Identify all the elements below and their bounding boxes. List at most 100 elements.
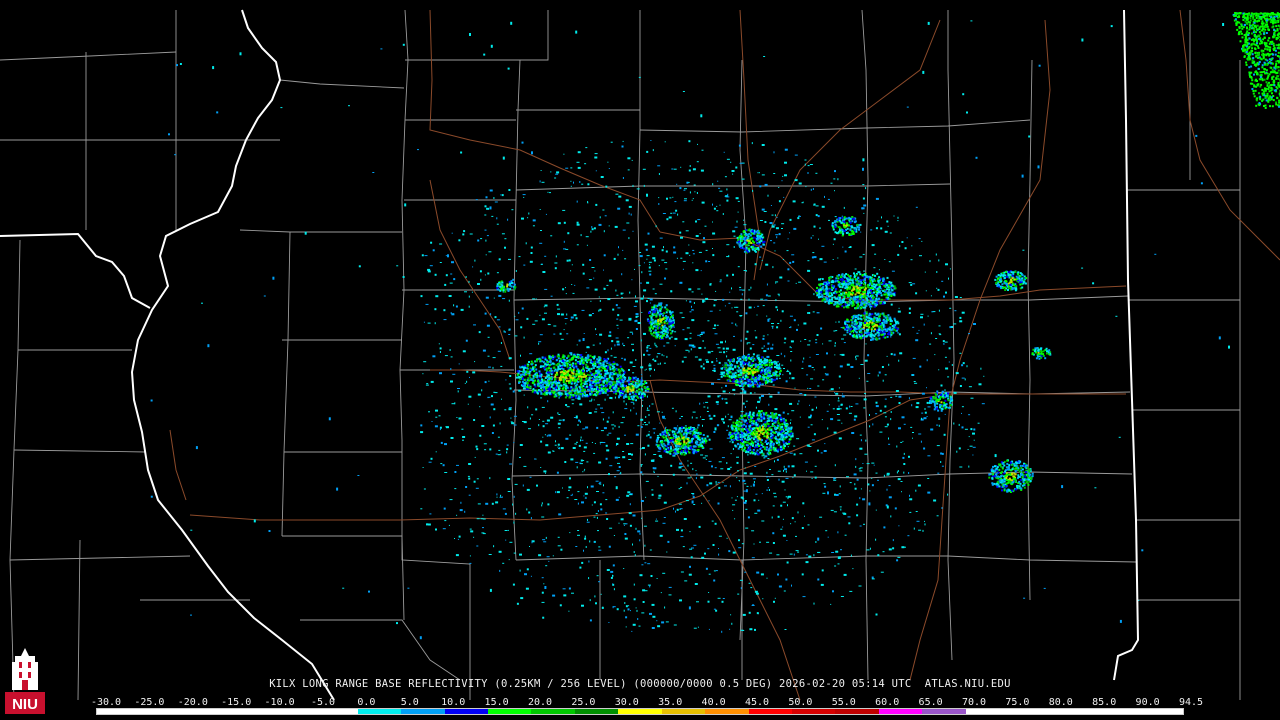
echo-pixel <box>758 363 761 366</box>
echo-pixel <box>718 187 721 189</box>
echo-pixel <box>475 487 479 489</box>
echo-pixel <box>469 233 473 235</box>
echo-pixel <box>524 373 527 376</box>
echo-pixel <box>815 541 817 543</box>
echo-pixel <box>601 412 605 414</box>
echo-pixel <box>767 342 770 345</box>
echo-pixel <box>841 395 845 398</box>
echo-pixel <box>578 419 581 422</box>
echo-pixel <box>926 401 929 404</box>
echo-pixel <box>843 342 846 344</box>
echo-pixel <box>444 472 448 473</box>
echo-pixel <box>762 337 765 340</box>
echo-pixel <box>695 235 699 237</box>
echo-pixel <box>805 554 808 556</box>
echo-pixel <box>599 481 602 483</box>
echo-pixel <box>801 573 804 576</box>
echo-pixel <box>780 504 783 507</box>
echo-pixel <box>613 366 616 369</box>
echo-pixel <box>646 255 650 257</box>
echo-pixel <box>509 375 512 377</box>
echo-pixel <box>538 341 542 343</box>
echo-pixel <box>655 518 657 520</box>
echo-pixel <box>692 198 694 200</box>
echo-pixel <box>512 583 515 586</box>
echo-pixel <box>525 242 527 245</box>
echo-pixel <box>689 165 691 167</box>
echo-pixel <box>773 374 776 377</box>
echo-pixel <box>627 491 631 494</box>
echo-pixel <box>871 576 874 579</box>
echo-pixel <box>930 332 932 335</box>
echo-pixel <box>465 339 468 342</box>
echo-pixel <box>763 345 765 348</box>
echo-pixel <box>653 431 655 434</box>
echo-pixel <box>968 414 971 416</box>
echo-pixel <box>641 271 643 274</box>
echo-pixel <box>548 371 551 374</box>
echo-pixel <box>589 354 592 357</box>
echo-pixel <box>602 442 606 443</box>
echo-pixel <box>646 281 650 284</box>
echo-pixel <box>768 403 770 406</box>
echo-pixel <box>744 406 746 408</box>
echo-pixel <box>699 402 701 405</box>
echo-pixel <box>429 265 433 267</box>
echo-pixel <box>802 360 804 363</box>
echo-pixel <box>583 446 587 449</box>
echo-pixel <box>791 347 792 349</box>
echo-pixel <box>918 329 920 331</box>
echo-pixel <box>646 395 648 398</box>
echo-pixel <box>456 417 458 418</box>
echo-pixel <box>580 436 582 439</box>
echo-pixel <box>567 232 570 235</box>
echo-pixel <box>521 217 524 220</box>
echo-pixel <box>587 183 590 186</box>
echo-pixel <box>730 473 732 476</box>
echo-pixel <box>692 411 696 413</box>
echo-pixel <box>855 403 859 405</box>
echo-pixel <box>611 383 614 386</box>
echo-pixel <box>547 400 549 403</box>
echo-pixel <box>804 461 808 463</box>
echo-pixel <box>448 295 452 297</box>
echo-pixel <box>760 369 763 372</box>
echo-pixel <box>500 453 502 455</box>
echo-pixel <box>547 503 550 506</box>
echo-pixel <box>614 344 616 347</box>
echo-pixel <box>495 501 499 504</box>
echo-pixel <box>857 271 861 274</box>
echo-pixel <box>625 605 628 608</box>
echo-pixel <box>617 307 621 309</box>
echo-pixel <box>594 393 597 396</box>
echo-pixel <box>712 248 713 249</box>
echo-pixel <box>605 457 608 460</box>
echo-pixel <box>493 408 496 411</box>
echo-pixel <box>468 280 470 283</box>
echo-pixel <box>716 205 718 207</box>
echo-pixel <box>748 289 751 291</box>
echo-pixel <box>854 268 857 270</box>
echo-pixel <box>666 335 669 338</box>
echo-pixel <box>612 427 614 430</box>
echo-pixel <box>646 258 648 260</box>
echo-pixel <box>921 240 923 242</box>
echo-pixel <box>866 549 870 551</box>
echo-pixel <box>631 453 633 456</box>
echo-pixel <box>705 260 708 263</box>
echo-pixel <box>784 468 787 471</box>
echo-pixel <box>566 497 569 499</box>
echo-pixel <box>908 397 910 400</box>
echo-pixel <box>614 396 616 399</box>
echo-pixel <box>931 311 934 313</box>
echo-pixel <box>491 215 494 217</box>
echo-pixel <box>455 554 459 557</box>
echo-pixel <box>565 437 569 440</box>
echo-pixel <box>537 392 539 395</box>
echo-pixel <box>752 364 755 366</box>
echo-pixel <box>535 371 538 374</box>
echo-pixel <box>611 363 614 366</box>
echo-pixel <box>724 485 727 487</box>
echo-pixel <box>638 380 641 383</box>
echo-pixel <box>588 377 591 380</box>
